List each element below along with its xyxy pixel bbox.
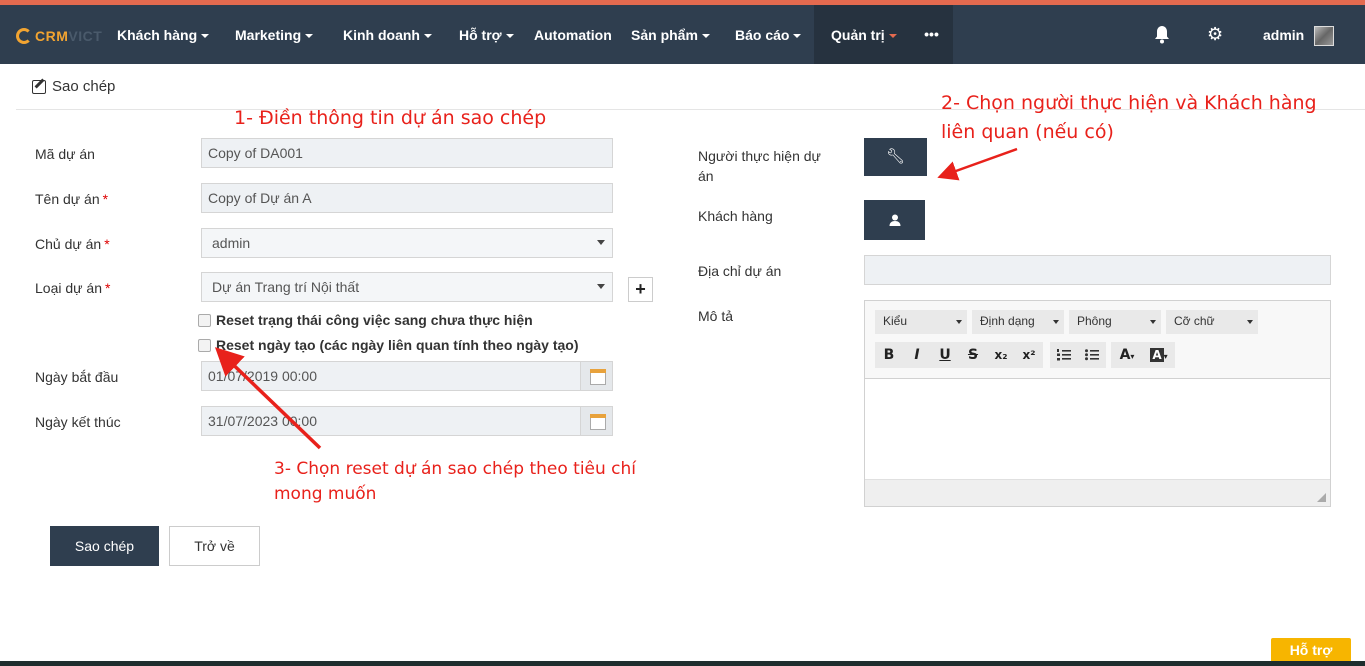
- add-type-button[interactable]: +: [628, 277, 653, 302]
- copy-submit-button[interactable]: Sao chép: [50, 526, 159, 566]
- dropdown-arrow-icon: [1053, 320, 1059, 324]
- chevron-down-icon: [701, 34, 710, 39]
- underline-button[interactable]: U: [931, 342, 959, 368]
- address-label: Địa chỉ dự án: [698, 263, 782, 279]
- back-button[interactable]: Trở về: [169, 526, 260, 566]
- type-select[interactable]: Dự án Trang trí Nội thất: [201, 272, 613, 302]
- background-color-icon[interactable]: A ▾: [1143, 342, 1175, 368]
- reset-status-option[interactable]: Reset trạng thái công việc sang chưa thự…: [198, 312, 533, 328]
- font-combo[interactable]: Phông: [1069, 310, 1161, 334]
- description-label: Mô tả: [698, 308, 734, 324]
- italic-button[interactable]: I: [903, 342, 931, 368]
- code-label: Mã dự án: [35, 146, 95, 162]
- color-group: A▾ A ▾: [1111, 342, 1175, 368]
- dropdown-arrow-icon: [597, 240, 605, 245]
- address-input[interactable]: [864, 255, 1331, 285]
- name-input[interactable]: Copy of Dự án A: [201, 183, 613, 213]
- nav-marketing[interactable]: Marketing: [235, 5, 314, 64]
- reset-status-text: Reset trạng thái công việc sang chưa thự…: [216, 312, 533, 328]
- calendar-icon[interactable]: [580, 361, 613, 391]
- reset-date-option[interactable]: Reset ngày tạo (các ngày liên quan tính …: [198, 337, 579, 353]
- page-title: Sao chép: [32, 78, 115, 95]
- nav-san-pham[interactable]: Sản phẩm: [631, 5, 710, 64]
- dropdown-arrow-icon: [1150, 320, 1156, 324]
- crm-logo[interactable]: CRM VICT: [16, 27, 102, 45]
- style-combo[interactable]: Kiểu: [875, 310, 967, 334]
- chevron-down-icon: [888, 34, 897, 39]
- owner-select[interactable]: admin: [201, 228, 613, 258]
- assignee-label: Người thực hiện dự án: [698, 148, 821, 184]
- format-combo[interactable]: Định dạng: [972, 310, 1064, 334]
- reset-date-text: Reset ngày tạo (các ngày liên quan tính …: [216, 337, 579, 353]
- editor-toolbar: Kiểu Định dạng Phông Cỡ chữ B I U S x₂ x…: [865, 301, 1330, 379]
- end-date-label: Ngày kết thúc: [35, 414, 121, 430]
- chevron-down-icon: [305, 34, 314, 39]
- nav-kinh-doanh[interactable]: Kinh doanh: [343, 5, 432, 64]
- avatar[interactable]: [1314, 26, 1334, 46]
- support-button[interactable]: Hỗ trợ: [1271, 638, 1351, 662]
- dropdown-arrow-icon: [597, 284, 605, 289]
- edit-icon: [32, 79, 46, 94]
- text-color-icon[interactable]: A▾: [1111, 342, 1143, 368]
- dropdown-arrow-icon: [1247, 320, 1253, 324]
- page-title-text: Sao chép: [52, 78, 116, 95]
- strikethrough-button[interactable]: S: [959, 342, 987, 368]
- reset-date-checkbox[interactable]: [198, 338, 211, 352]
- owner-label: Chủ dự án *: [35, 236, 110, 252]
- user-menu[interactable]: admin: [1263, 5, 1304, 65]
- bold-button[interactable]: B: [875, 342, 903, 368]
- logo-text-vict: VICT: [68, 28, 103, 44]
- chevron-down-icon: [793, 34, 802, 39]
- main-navbar: CRM VICT Khách hàng Marketing Kinh doanh …: [0, 5, 1365, 64]
- logo-text-crm: CRM: [35, 28, 69, 44]
- nav-quan-tri[interactable]: Quản trị: [814, 5, 914, 64]
- description-editor[interactable]: Kiểu Định dạng Phông Cỡ chữ B I U S x₂ x…: [864, 300, 1331, 507]
- nav-khach-hang[interactable]: Khách hàng: [117, 5, 210, 64]
- type-label: Loại dự án *: [35, 280, 111, 296]
- wrench-icon[interactable]: 🔧︎: [864, 138, 927, 176]
- end-date-input[interactable]: 31/07/2023 00:00: [201, 406, 581, 436]
- customer-label: Khách hàng: [698, 208, 773, 224]
- chevron-down-icon: [424, 34, 432, 39]
- nav-bao-cao[interactable]: Báo cáo: [735, 5, 802, 64]
- reset-status-checkbox[interactable]: [198, 313, 211, 327]
- nav-ho-tro[interactable]: Hỗ trợ: [459, 5, 514, 64]
- chevron-down-icon: [201, 34, 210, 39]
- nav-automation[interactable]: Automation: [534, 5, 612, 64]
- subscript-button[interactable]: x₂: [987, 342, 1015, 368]
- text-format-group: B I U S x₂ x²: [875, 342, 1043, 368]
- name-label: Tên dự án *: [35, 191, 109, 207]
- bell-icon[interactable]: [1153, 25, 1171, 45]
- gear-icon[interactable]: ⚙: [1207, 25, 1223, 43]
- editor-statusbar: [865, 479, 1330, 506]
- nav-more-button[interactable]: •••: [910, 5, 953, 64]
- calendar-icon[interactable]: [580, 406, 613, 436]
- annotation-step-2: 2- Chọn người thực hiện và Khách hàng li…: [941, 92, 1317, 143]
- annotation-step-1: 1- Điền thông tin dự án sao chép: [234, 107, 547, 129]
- chevron-down-icon: [505, 34, 514, 39]
- dropdown-arrow-icon: [956, 320, 962, 324]
- superscript-button[interactable]: x²: [1015, 342, 1043, 368]
- size-combo[interactable]: Cỡ chữ: [1166, 310, 1258, 334]
- code-input[interactable]: Copy of DA001: [201, 138, 613, 168]
- logo-ring-icon: [16, 28, 32, 44]
- list-group: [1050, 342, 1106, 368]
- start-date-input[interactable]: 01/07/2019 00:00: [201, 361, 581, 391]
- numbered-list-icon[interactable]: [1050, 342, 1078, 368]
- user-icon[interactable]: [864, 200, 925, 240]
- start-date-label: Ngày bắt đầu: [35, 369, 119, 385]
- arrow-to-assignee: [937, 147, 1018, 181]
- bottom-strip: [0, 661, 1365, 666]
- bullet-list-icon[interactable]: [1078, 342, 1106, 368]
- annotation-step-3: 3- Chọn reset dự án sao chép theo tiêu c…: [274, 459, 637, 504]
